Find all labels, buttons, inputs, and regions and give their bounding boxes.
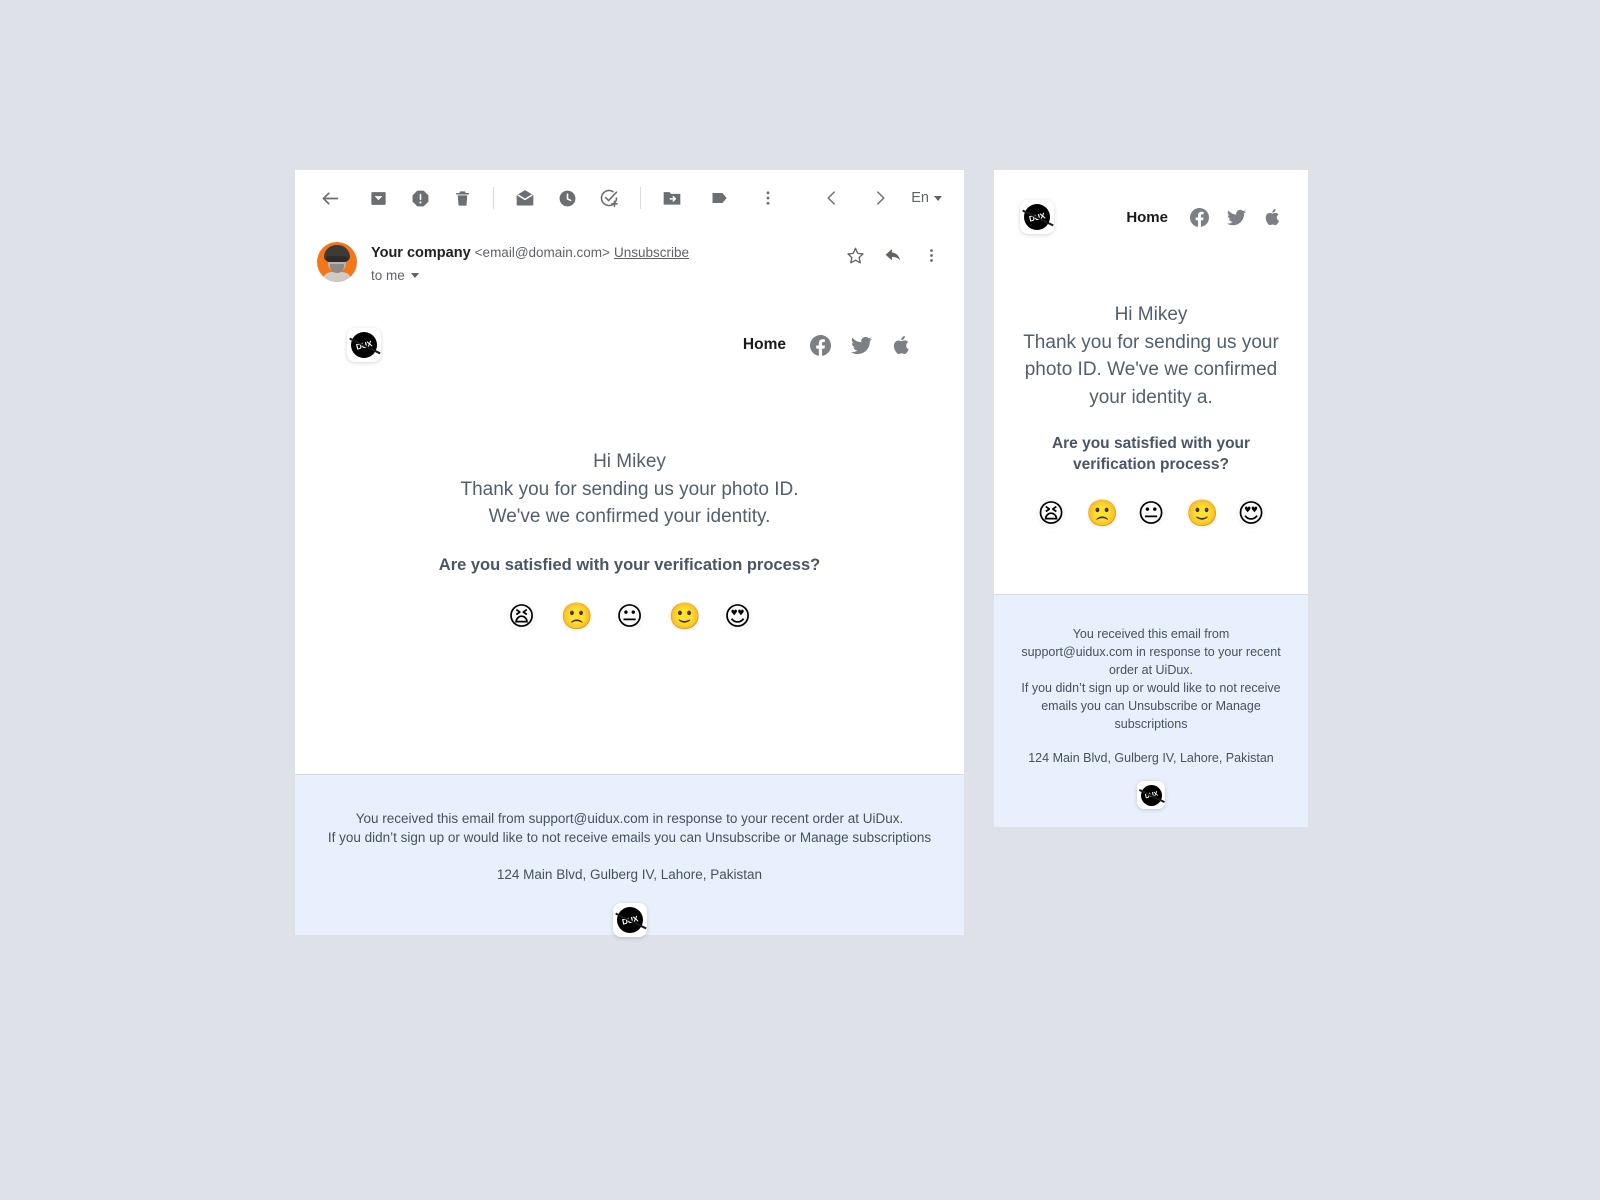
emoji-frowning-face[interactable]: 🙁 — [1086, 499, 1118, 529]
more-options-icon[interactable] — [751, 181, 785, 215]
mobile-emoji-rating-row: 😫 🙁 😐 🙂 😍 — [1012, 499, 1290, 529]
message-line-2: Thank you for sending us your photo ID. — [460, 478, 799, 500]
social-links — [810, 334, 912, 356]
avatar — [317, 242, 357, 282]
labels-icon[interactable] — [703, 181, 737, 215]
emoji-frowning-face[interactable]: 🙁 — [560, 601, 593, 632]
footer-line-2: If you didn’t sign up or would like to n… — [327, 830, 932, 845]
sender-email: <email@domain.com> — [474, 245, 610, 260]
mobile-satisfaction-question-line-2: verification process? — [1073, 456, 1229, 473]
email-brand-bar: DUX Home — [327, 283, 932, 362]
report-spam-icon[interactable] — [403, 181, 437, 215]
sender-line: Your company <email@domain.com> Unsubscr… — [371, 243, 844, 263]
email-footer: You received this email from support@uid… — [295, 775, 964, 937]
facebook-icon[interactable] — [1190, 207, 1209, 227]
footer-logo-wrap: DUX — [295, 903, 964, 937]
mobile-footer-line-6: subscriptions — [1114, 717, 1188, 731]
email-sender-row: Your company <email@domain.com> Unsubscr… — [295, 226, 964, 283]
mobile-message: Hi Mikey Thank you for sending us your p… — [994, 234, 1308, 529]
apple-icon[interactable] — [892, 335, 912, 355]
nav-home-link[interactable]: Home — [743, 336, 786, 354]
star-icon[interactable] — [844, 244, 866, 266]
more-icon[interactable] — [920, 244, 942, 266]
mark-unread-icon[interactable] — [508, 181, 542, 215]
mobile-message-greeting: Hi Mikey — [1114, 304, 1188, 325]
previous-email-button[interactable] — [815, 181, 849, 215]
mobile-message-line-3: photo ID. We've we confirmed — [1024, 359, 1278, 380]
email-toolbar: En — [295, 170, 964, 226]
mobile-message-line-4: your identity a. — [1089, 386, 1213, 408]
mobile-social-links — [1190, 207, 1282, 227]
mobile-top-section: DUX Home Hi Mikey Thank you for send — [994, 170, 1308, 594]
email-body: DUX Home Hi Mikey Thank you for send — [295, 283, 964, 632]
emoji-neutral-face[interactable]: 😐 — [614, 601, 645, 632]
language-selector[interactable]: En — [911, 190, 946, 206]
mobile-footer-line-5: emails you can Unsubscribe or Manage — [1041, 699, 1261, 713]
unsubscribe-link[interactable]: Unsubscribe — [614, 245, 689, 260]
chevron-down-icon — [934, 195, 942, 201]
mobile-email-panel: DUX Home Hi Mikey Thank you for send — [994, 170, 1308, 827]
twitter-icon[interactable] — [1227, 208, 1246, 227]
mobile-email-footer: You received this email from support@uid… — [994, 595, 1308, 827]
message-greeting: Hi Mikey — [593, 451, 666, 472]
back-arrow-icon[interactable] — [313, 181, 347, 215]
add-to-tasks-icon[interactable] — [592, 181, 626, 215]
emoji-rating-row: 😫 🙁 😐 🙂 😍 — [327, 601, 932, 632]
mobile-footer-line-4: If you didn’t sign up or would like to n… — [1021, 681, 1281, 695]
language-label: En — [911, 190, 929, 206]
chevron-down-icon — [410, 273, 419, 278]
recipient-row[interactable]: to me — [371, 268, 419, 283]
email-header-actions — [844, 240, 942, 266]
emoji-slightly-smiling-face[interactable]: 🙂 — [1186, 499, 1218, 529]
sender-meta: Your company <email@domain.com> Unsubscr… — [371, 240, 844, 283]
move-to-icon[interactable] — [655, 181, 689, 215]
apple-icon[interactable] — [1264, 208, 1282, 226]
mobile-nav-home-link[interactable]: Home — [1126, 209, 1168, 226]
reply-icon[interactable] — [882, 244, 904, 266]
emoji-heart-eyes[interactable]: 😍 — [722, 601, 753, 632]
email-message: Hi Mikey Thank you for sending us your p… — [327, 362, 932, 632]
mobile-footer-line-3: order at UiDux. — [1108, 663, 1194, 677]
message-line-3: We've we confirmed your identity. — [488, 506, 771, 527]
sender-name: Your company — [371, 245, 471, 261]
mobile-footer-line-2: support@uidux.com in response to your re… — [1021, 645, 1281, 659]
emoji-neutral-face[interactable]: 😐 — [1136, 499, 1166, 529]
desktop-email-panel: En Your company <email@domain.com> Unsub… — [295, 170, 964, 937]
twitter-icon[interactable] — [851, 335, 872, 356]
mobile-dux-logo[interactable]: DUX — [1020, 200, 1054, 234]
emoji-slightly-smiling-face[interactable]: 🙂 — [668, 601, 701, 632]
snooze-icon[interactable] — [550, 181, 584, 215]
dux-logo[interactable]: DUX — [347, 328, 381, 362]
mobile-footer-line-1: You received this email from — [1072, 627, 1230, 641]
footer-dux-logo[interactable]: DUX — [612, 903, 647, 937]
delete-icon[interactable] — [445, 181, 479, 215]
emoji-heart-eyes[interactable]: 😍 — [1236, 499, 1266, 529]
mobile-satisfaction-question-line-1: Are you satisfied with your — [1051, 435, 1251, 452]
archive-icon[interactable] — [361, 181, 395, 215]
toolbar-divider-2 — [640, 187, 641, 209]
mobile-footer-address: 124 Main Blvd, Gulberg IV, Lahore, Pakis… — [1028, 751, 1274, 765]
emoji-tired-face[interactable]: 😫 — [1036, 499, 1066, 529]
facebook-icon[interactable] — [810, 334, 831, 356]
toolbar-divider-1 — [493, 187, 494, 209]
footer-address: 124 Main Blvd, Gulberg IV, Lahore, Pakis… — [496, 867, 763, 882]
mobile-footer-dux-logo[interactable]: DUX — [1137, 781, 1165, 809]
emoji-tired-face[interactable]: 😫 — [506, 601, 537, 632]
footer-line-1: You received this email from support@uid… — [355, 811, 904, 826]
mobile-message-line-2: Thank you for sending us your — [1023, 331, 1279, 353]
mobile-brand-bar: DUX Home — [994, 170, 1308, 234]
next-email-button[interactable] — [863, 181, 897, 215]
mobile-footer-logo-wrap: DUX — [1010, 781, 1292, 809]
recipient-label: to me — [371, 268, 405, 283]
satisfaction-question: Are you satisfied with your verification… — [438, 555, 821, 574]
